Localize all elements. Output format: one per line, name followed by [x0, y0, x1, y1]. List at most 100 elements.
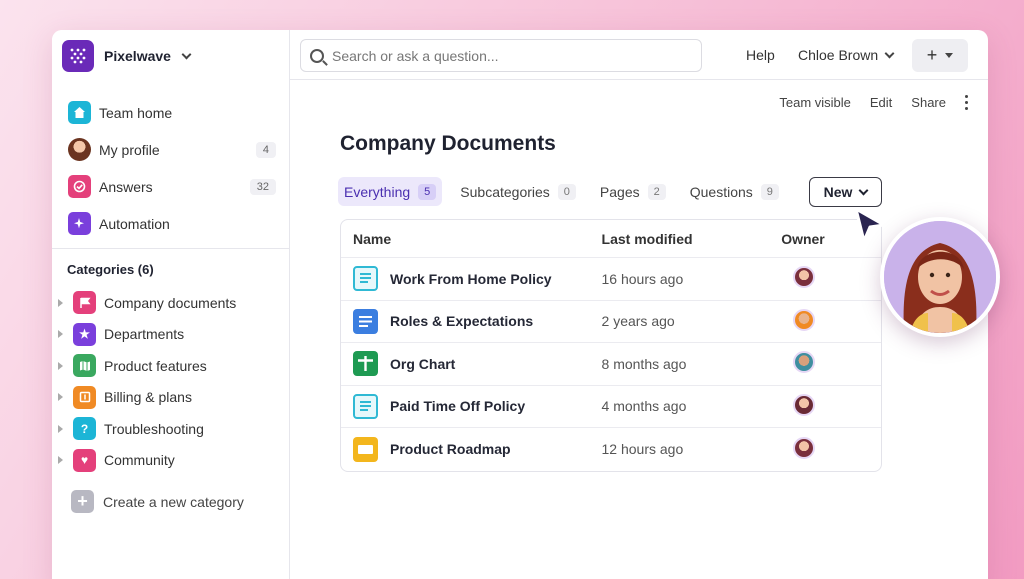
table-row[interactable]: Org Chart 8 months ago — [341, 343, 881, 386]
workspace-logo — [62, 40, 94, 72]
sheet-icon — [353, 351, 378, 377]
tab-count: 9 — [760, 183, 779, 200]
new-button-label: New — [823, 184, 853, 200]
tab-label: Everything — [344, 183, 411, 200]
sidebar-item-automation[interactable]: Automation — [68, 205, 276, 242]
sidebar-item-my-profile[interactable]: My profile 4 — [68, 131, 276, 168]
category-company-documents[interactable]: Company documents — [58, 287, 284, 319]
category-departments[interactable]: ★ Departments — [58, 319, 284, 351]
owner-avatar[interactable] — [793, 393, 816, 416]
workspace-switcher[interactable]: Pixelwave — [62, 40, 192, 72]
table-header: Name Last modified Owner — [341, 220, 881, 258]
user-name: Chloe Brown — [798, 47, 879, 63]
caret-right-icon[interactable] — [58, 424, 63, 433]
plus-icon: + — [926, 45, 938, 65]
documents-table: Name Last modified Owner Work From Home … — [340, 219, 882, 472]
heart-icon: ♥ — [73, 448, 96, 472]
doc-icon — [353, 266, 378, 292]
table-row[interactable]: Paid Time Off Policy 4 months ago — [341, 386, 881, 428]
sidebar-nav: Team home My profile 4 Answers 32 Automa… — [68, 94, 276, 242]
caret-right-icon[interactable] — [58, 330, 63, 339]
sidebar-item-label: My profile — [99, 141, 160, 158]
tab-count: 5 — [418, 183, 437, 200]
modified-time: 2 years ago — [601, 313, 675, 330]
caret-down-icon — [945, 53, 954, 58]
top-bar: Help Chloe Brown + — [290, 30, 988, 80]
tab-count: 0 — [557, 183, 576, 200]
cursor-icon — [854, 207, 886, 243]
page-title: Company Documents — [340, 132, 556, 155]
more-options-icon[interactable] — [965, 95, 968, 110]
chevron-down-icon — [181, 49, 192, 60]
owner-avatar[interactable] — [793, 266, 816, 289]
category-label: Troubleshooting — [104, 420, 204, 437]
category-label: Community — [104, 452, 175, 469]
avatar — [68, 138, 91, 161]
tab-label: Questions — [689, 183, 753, 200]
workspace-name: Pixelwave — [104, 48, 171, 64]
category-troubleshooting[interactable]: ? Troubleshooting — [58, 413, 284, 445]
count-badge: 4 — [255, 141, 276, 158]
sidebar-item-label: Answers — [99, 178, 153, 195]
caret-right-icon[interactable] — [58, 298, 63, 307]
create-category-button[interactable]: + Create a new category — [71, 490, 244, 513]
document-name: Work From Home Policy — [390, 270, 552, 287]
page-actions: Team visible Edit Share — [779, 95, 968, 110]
tab-pages[interactable]: Pages 2 — [594, 177, 672, 206]
table-row[interactable]: Product Roadmap 12 hours ago — [341, 428, 881, 471]
tab-label: Subcategories — [460, 183, 550, 200]
table-row[interactable]: Roles & Expectations 2 years ago — [341, 301, 881, 343]
sidebar-item-label: Team home — [99, 104, 173, 121]
column-header-name[interactable]: Name — [341, 231, 602, 247]
chevron-down-icon — [884, 48, 895, 59]
caret-right-icon[interactable] — [58, 393, 63, 402]
category-label: Product features — [104, 357, 207, 374]
tab-label: Pages — [599, 183, 640, 200]
flag-icon — [73, 291, 96, 315]
doc-icon — [353, 393, 378, 419]
caret-right-icon[interactable] — [58, 361, 63, 370]
tab-subcategories[interactable]: Subcategories 0 — [454, 177, 582, 206]
owner-avatar[interactable] — [793, 308, 816, 331]
document-name: Org Chart — [390, 355, 456, 372]
home-icon — [68, 101, 91, 124]
presenter-avatar — [880, 217, 1000, 337]
add-button[interactable]: + — [912, 39, 968, 72]
question-icon: ? — [73, 417, 96, 441]
app-window: Pixelwave Team home My profile 4 Answers — [52, 30, 988, 579]
owner-avatar[interactable] — [793, 436, 816, 459]
sidebar: Pixelwave Team home My profile 4 Answers — [52, 30, 290, 579]
document-name: Product Roadmap — [390, 441, 511, 458]
count-badge: 32 — [249, 178, 276, 195]
sidebar-item-answers[interactable]: Answers 32 — [68, 168, 276, 205]
tab-questions[interactable]: Questions 9 — [684, 177, 785, 206]
category-billing-plans[interactable]: Billing & plans — [58, 382, 284, 414]
category-product-features[interactable]: Product features — [58, 350, 284, 382]
table-row[interactable]: Work From Home Policy 16 hours ago — [341, 258, 881, 301]
user-menu[interactable]: Chloe Brown — [798, 47, 895, 63]
sidebar-item-label: Automation — [99, 215, 170, 232]
owner-avatar[interactable] — [793, 351, 816, 374]
new-button[interactable]: New — [809, 177, 882, 207]
category-community[interactable]: ♥ Community — [58, 445, 284, 477]
search-input[interactable] — [332, 47, 692, 64]
chevron-down-icon — [858, 185, 869, 196]
modified-time: 8 months ago — [601, 355, 687, 372]
sparkle-icon — [68, 212, 91, 235]
create-category-label: Create a new category — [103, 493, 244, 510]
tab-everything[interactable]: Everything 5 — [338, 177, 443, 206]
edit-button[interactable]: Edit — [870, 95, 892, 110]
help-link[interactable]: Help — [746, 47, 775, 63]
caret-right-icon[interactable] — [58, 456, 63, 465]
search-box[interactable] — [300, 39, 702, 72]
tab-bar: Everything 5 Subcategories 0 Pages 2 Que… — [338, 177, 785, 206]
map-icon — [73, 354, 96, 378]
plus-icon: + — [71, 490, 94, 513]
tab-count: 2 — [647, 183, 666, 200]
categories-list: Company documents ★ Departments Product … — [58, 287, 284, 476]
visibility-button[interactable]: Team visible — [779, 95, 851, 110]
sidebar-item-team-home[interactable]: Team home — [68, 94, 276, 131]
column-header-modified[interactable]: Last modified — [602, 231, 782, 247]
categories-heading: Categories (6) — [67, 262, 154, 277]
share-button[interactable]: Share — [911, 95, 946, 110]
